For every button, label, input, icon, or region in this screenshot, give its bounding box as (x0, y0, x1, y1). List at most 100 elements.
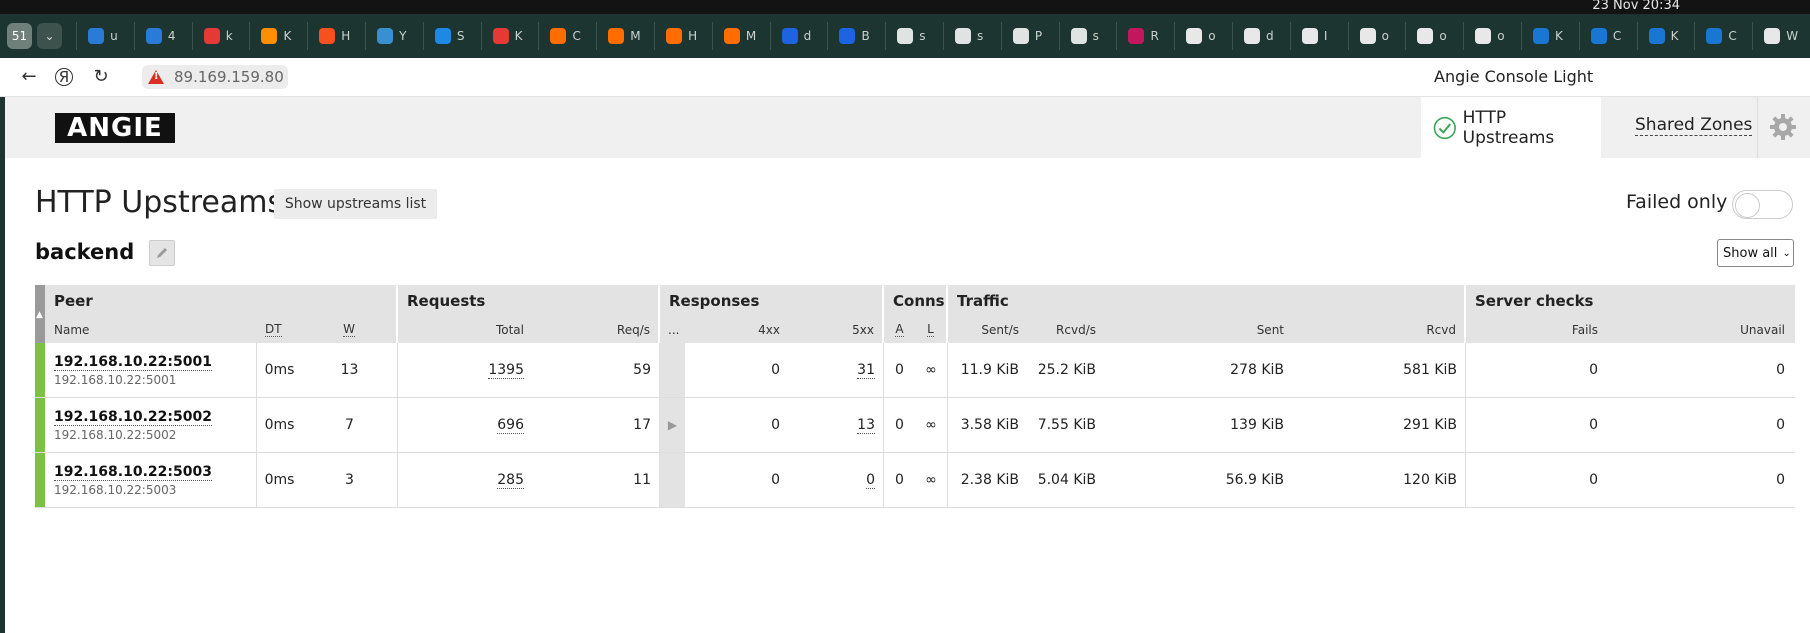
col-a[interactable]: A (884, 316, 915, 343)
browser-logo-icon[interactable]: Я (55, 68, 73, 86)
cell-rcvd-s: 5.04 KiB (1027, 453, 1104, 507)
browser-tab[interactable]: Y (365, 22, 423, 50)
browser-tab[interactable]: H (307, 22, 365, 50)
cell-w-value: 3 (345, 472, 354, 488)
browser-tab[interactable]: K (249, 22, 307, 50)
browser-tab[interactable]: K (1636, 22, 1695, 50)
cell-l: ∞ (915, 343, 948, 397)
browser-tab[interactable]: M (711, 22, 770, 50)
cell-total-value: 1395 (488, 361, 524, 379)
tab-http-upstreams[interactable]: HTTP Upstreams (1421, 97, 1601, 158)
col-fails[interactable]: Fails (1466, 316, 1606, 343)
cell-a-value: 0 (895, 362, 904, 378)
url-field[interactable]: 89.169.159.80 (142, 65, 288, 89)
cell-sent-s-value: 11.9 KiB (960, 362, 1019, 378)
angie-logo[interactable]: ANGIE (55, 113, 175, 143)
col-name[interactable]: Name (45, 316, 257, 343)
back-icon[interactable]: ← (18, 66, 40, 88)
tab-favicon-icon (1186, 28, 1203, 44)
col-dt[interactable]: DT (257, 316, 302, 343)
cell-req-s-value: 17 (633, 417, 651, 433)
browser-tab[interactable]: s (943, 22, 1001, 50)
col-rcvd-s[interactable]: Rcvd/s (1027, 316, 1104, 343)
browser-tab[interactable]: k (191, 22, 250, 50)
tab-shared-zones[interactable]: Shared Zones (1635, 115, 1753, 136)
col-more[interactable]: ... (660, 316, 685, 343)
col-4xx[interactable]: 4xx (685, 316, 788, 343)
browser-tab[interactable]: o (1347, 22, 1406, 50)
expand-arrow-icon[interactable] (660, 453, 685, 507)
tab-favicon-icon (1764, 28, 1781, 44)
cell-total[interactable]: 696 (398, 398, 532, 452)
cell-5xx[interactable]: 31 (788, 343, 884, 397)
col-req-s[interactable]: Req/s (532, 316, 660, 343)
tab-count-badge[interactable]: 51 (7, 23, 33, 49)
tab-title: o (1497, 29, 1505, 43)
tab-title: H (688, 29, 698, 43)
gear-icon[interactable] (1768, 112, 1798, 142)
browser-tab[interactable]: K (480, 22, 539, 50)
browser-tab[interactable]: I (1289, 22, 1348, 50)
col-unavail[interactable]: Unavail (1606, 316, 1793, 343)
tab-title: K (514, 29, 523, 43)
tab-favicon-icon (1706, 28, 1723, 44)
failed-only-toggle[interactable] (1732, 190, 1793, 219)
cell-unavail-value: 0 (1776, 417, 1785, 433)
cell-5xx[interactable]: 0 (788, 453, 884, 507)
browser-tab[interactable]: S (422, 22, 481, 50)
browser-tab[interactable]: H (654, 22, 712, 50)
col-w-label: W (343, 322, 355, 337)
insecure-warning-icon[interactable] (148, 70, 164, 84)
cell-rcvd-s: 25.2 KiB (1027, 343, 1104, 397)
col-rcvd[interactable]: Rcvd (1292, 316, 1466, 343)
peer-name-link[interactable]: 192.168.10.22:5003 (54, 464, 212, 481)
peer-cell: 192.168.10.22:5001 192.168.10.22:5001 (45, 343, 257, 397)
cell-rcvd-value: 581 KiB (1403, 362, 1457, 378)
col-5xx[interactable]: 5xx (788, 316, 884, 343)
cell-5xx[interactable]: 13 (788, 398, 884, 452)
browser-tab[interactable]: W (1752, 22, 1810, 50)
browser-tab[interactable]: K (1521, 22, 1579, 50)
browser-tab[interactable]: s (1058, 22, 1117, 50)
peer-name-link[interactable]: 192.168.10.22:5002 (54, 409, 212, 426)
browser-tab[interactable]: d (769, 22, 828, 50)
col-sent[interactable]: Sent (1104, 316, 1292, 343)
browser-tab[interactable]: C (538, 22, 596, 50)
expand-arrow-icon[interactable]: ▶ (660, 398, 685, 452)
tab-title: R (1150, 29, 1159, 43)
browser-tab[interactable]: C (1694, 22, 1752, 50)
col-total[interactable]: Total (398, 316, 532, 343)
browser-tab[interactable]: R (1116, 22, 1174, 50)
cell-4xx: 0 (685, 453, 788, 507)
browser-tab[interactable]: s (885, 22, 943, 50)
expand-arrow-icon[interactable] (660, 343, 685, 397)
cell-total[interactable]: 1395 (398, 343, 532, 397)
cell-sent-s-value: 3.58 KiB (960, 417, 1019, 433)
browser-tab[interactable]: P (1000, 22, 1059, 50)
reload-icon[interactable]: ↻ (90, 66, 112, 88)
sort-arrow[interactable]: ▲ (35, 310, 45, 343)
browser-tab[interactable]: o (1405, 22, 1463, 50)
browser-tab[interactable]: u (76, 22, 134, 50)
browser-tab[interactable]: 4 (133, 22, 192, 50)
browser-tab[interactable]: C (1578, 22, 1637, 50)
col-w[interactable]: W (302, 316, 398, 343)
edit-upstream-button[interactable] (149, 240, 175, 266)
tab-favicon-icon (550, 28, 567, 44)
cell-req-s: 17 (532, 398, 660, 452)
browser-tab[interactable]: d (1232, 22, 1290, 50)
browser-tab[interactable]: B (827, 22, 885, 50)
cell-w-value: 7 (345, 417, 354, 433)
peer-cell: 192.168.10.22:5002 192.168.10.22:5002 (45, 398, 257, 452)
col-sent-s[interactable]: Sent/s (948, 316, 1027, 343)
col-l[interactable]: L (915, 316, 948, 343)
tab-favicon-icon (1359, 28, 1376, 44)
peer-name-link[interactable]: 192.168.10.22:5001 (54, 354, 212, 371)
cell-total[interactable]: 285 (398, 453, 532, 507)
browser-tab[interactable]: M (596, 22, 654, 50)
browser-tab[interactable]: o (1463, 22, 1521, 50)
show-upstreams-list-button[interactable]: Show upstreams list (274, 189, 437, 219)
show-filter-select[interactable]: Show all ⌄ (1717, 239, 1794, 267)
tab-list-dropdown-icon[interactable]: ⌄ (37, 23, 63, 49)
browser-tab[interactable]: o (1174, 22, 1232, 50)
